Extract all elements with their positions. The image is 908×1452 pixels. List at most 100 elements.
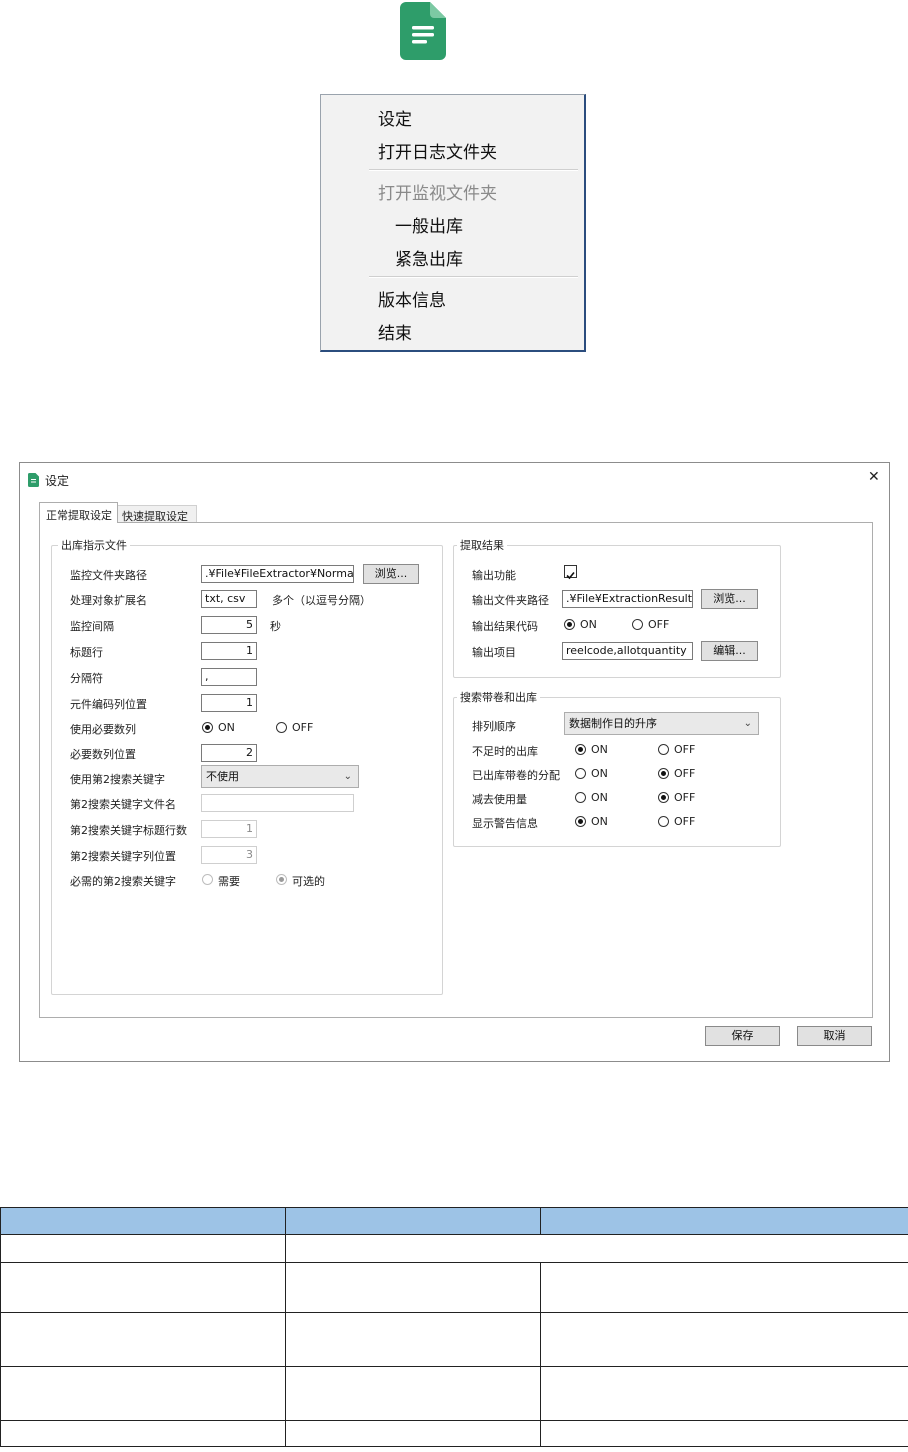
menu-item-open-monitor-folder: 打开监视文件夹 xyxy=(378,184,497,204)
use-qty-off-radio[interactable] xyxy=(276,722,287,733)
settings-dialog: 设定 ✕ 正常提取设定 快速提取设定 出库指示文件 监控文件夹路径 .¥File… xyxy=(19,462,890,1062)
key2-file-input xyxy=(201,794,354,812)
key2-title-input: 1 xyxy=(201,820,257,838)
menu-item-exit[interactable]: 结束 xyxy=(378,319,412,344)
group-title: 搜索带卷和出库 xyxy=(457,689,540,705)
shortage-off-radio[interactable] xyxy=(658,744,669,755)
tab-normal-extraction[interactable]: 正常提取设定 xyxy=(39,502,118,523)
table-header-cell xyxy=(540,1207,908,1235)
radio-label: ON xyxy=(218,721,235,734)
monitor-folder-input[interactable]: .¥File¥FileExtractor¥Normal xyxy=(201,565,354,583)
separator-input[interactable]: , xyxy=(201,668,257,686)
menu-item-urgent-shipping[interactable]: 紧急出库 xyxy=(395,245,463,270)
table-row xyxy=(0,1420,908,1447)
label: 输出功能 xyxy=(472,569,516,582)
menu-separator xyxy=(369,169,578,171)
interval-input[interactable]: 5 xyxy=(201,616,257,634)
table-row xyxy=(0,1262,908,1313)
menu-item-open-log-folder[interactable]: 打开日志文件夹 xyxy=(378,138,497,163)
document-icon xyxy=(400,2,446,60)
save-button[interactable]: 保存 xyxy=(705,1026,780,1046)
table-cell xyxy=(0,1420,286,1447)
radio-label: 可选的 xyxy=(292,875,325,888)
sort-order-select[interactable]: 数据制作日的升序 ⌄ xyxy=(564,712,759,735)
radio-label: ON xyxy=(591,815,608,828)
table-header-cell xyxy=(0,1207,286,1235)
table-row xyxy=(0,1234,908,1263)
tab-quick-extraction[interactable]: 快速提取设定 xyxy=(117,505,197,523)
close-icon[interactable]: ✕ xyxy=(868,469,880,485)
allocated-on-radio[interactable] xyxy=(575,768,586,779)
label: 监控文件夹路径 xyxy=(70,569,147,582)
radio-label: OFF xyxy=(292,721,314,734)
key2-col-input: 3 xyxy=(201,846,257,864)
table-cell xyxy=(0,1262,286,1313)
table-cell xyxy=(285,1234,908,1263)
label: 处理对象扩展名 xyxy=(70,594,147,607)
output-folder-input[interactable]: .¥File¥ExtractionResult xyxy=(562,590,693,608)
label: 输出项目 xyxy=(472,646,516,659)
table-header-row xyxy=(0,1207,908,1235)
chevron-down-icon: ⌄ xyxy=(743,718,752,729)
table-cell xyxy=(540,1312,908,1367)
table-cell xyxy=(285,1312,541,1367)
menu-item-settings[interactable]: 设定 xyxy=(378,105,412,130)
use-qty-on-radio[interactable] xyxy=(202,722,213,733)
shortage-on-radio[interactable] xyxy=(575,744,586,755)
table-header-cell xyxy=(285,1207,541,1235)
key2-optional-radio xyxy=(276,874,287,885)
table-cell xyxy=(540,1262,908,1313)
menu-separator xyxy=(369,276,578,278)
radio-label: OFF xyxy=(674,743,696,756)
label: 排列顺序 xyxy=(472,720,516,733)
check-icon xyxy=(566,571,575,580)
label: 不足时的出库 xyxy=(472,745,538,758)
label: 必需的第2搜索关键字 xyxy=(70,875,176,888)
chevron-down-icon: ⌄ xyxy=(343,771,352,782)
label: 使用必要数列 xyxy=(70,723,136,736)
radio-label: ON xyxy=(591,791,608,804)
use-key2-select[interactable]: 不使用 ⌄ xyxy=(201,765,359,788)
extension-input[interactable]: txt, csv xyxy=(201,590,257,608)
menu-item-version-info[interactable]: 版本信息 xyxy=(378,286,446,311)
table-cell xyxy=(0,1234,286,1263)
cancel-button[interactable]: 取消 xyxy=(797,1026,872,1046)
title-row-input[interactable]: 1 xyxy=(201,642,257,660)
output-browse-button[interactable]: 浏览... xyxy=(701,589,758,609)
radio-label: OFF xyxy=(674,767,696,780)
label: 元件编码列位置 xyxy=(70,698,147,711)
unit: 秒 xyxy=(270,620,281,633)
table-cell xyxy=(285,1262,541,1313)
label: 第2搜索关键字文件名 xyxy=(70,798,176,811)
code-on-radio[interactable] xyxy=(564,619,575,630)
table-cell xyxy=(0,1366,286,1421)
warning-off-radio[interactable] xyxy=(658,816,669,827)
spec-table xyxy=(0,1207,908,1447)
menu-item-normal-shipping[interactable]: 一般出库 xyxy=(395,212,463,237)
edit-button[interactable]: 编辑... xyxy=(701,641,758,661)
part-col-input[interactable]: 1 xyxy=(201,694,257,712)
label: 使用第2搜索关键字 xyxy=(70,773,165,786)
label: 分隔符 xyxy=(70,672,103,685)
note: 多个（以逗号分隔） xyxy=(272,594,371,607)
label: 第2搜索关键字标题行数 xyxy=(70,824,187,837)
code-off-radio[interactable] xyxy=(632,619,643,630)
label: 标题行 xyxy=(70,646,103,659)
radio-label: OFF xyxy=(674,815,696,828)
warning-on-radio[interactable] xyxy=(575,816,586,827)
qty-col-input[interactable]: 2 xyxy=(201,744,257,762)
label: 显示警告信息 xyxy=(472,817,538,830)
subtract-off-radio[interactable] xyxy=(658,792,669,803)
browse-button[interactable]: 浏览... xyxy=(363,564,419,584)
radio-label: OFF xyxy=(674,791,696,804)
table-cell xyxy=(285,1420,541,1447)
subtract-on-radio[interactable] xyxy=(575,792,586,803)
label: 输出文件夹路径 xyxy=(472,594,549,607)
output-checkbox[interactable] xyxy=(564,565,577,580)
table-cell xyxy=(540,1366,908,1421)
radio-label: ON xyxy=(591,767,608,780)
label: 减去使用量 xyxy=(472,793,527,806)
output-items-input[interactable]: reelcode,allotquantity xyxy=(562,642,693,660)
table-cell xyxy=(0,1312,286,1367)
allocated-off-radio[interactable] xyxy=(658,768,669,779)
